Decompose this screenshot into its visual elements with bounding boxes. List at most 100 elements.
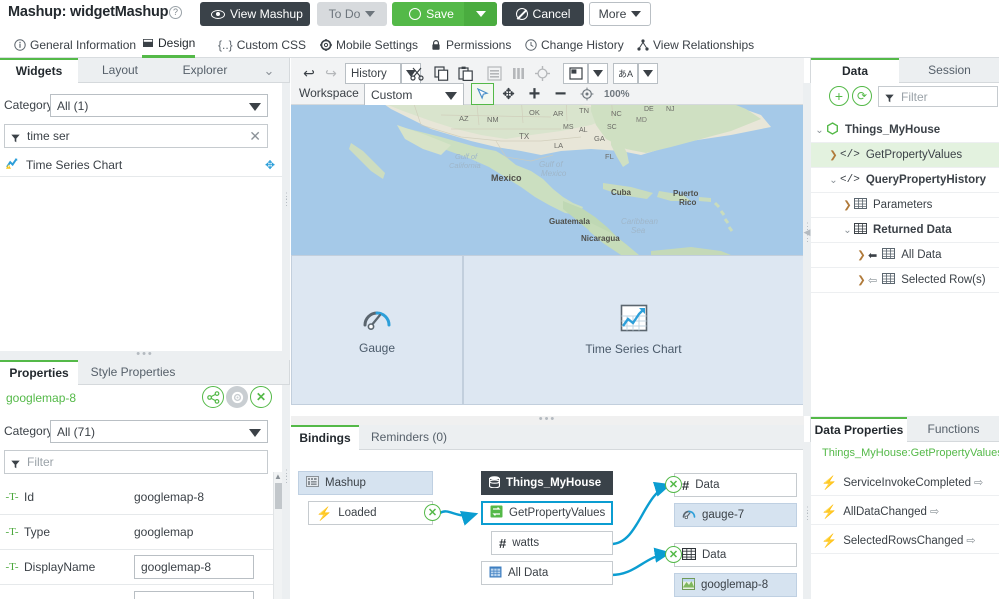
binding-target-data-table[interactable]: Data	[674, 543, 797, 567]
nav-item-design[interactable]: Design	[142, 31, 196, 58]
tab-session[interactable]: Session	[899, 58, 999, 83]
googlemap-widget[interactable]: AZ NM OK AR TN NC MD DE NJ TX MS AL SC G…	[291, 105, 804, 255]
panel-resize-grip[interactable]: ⋮ ⋮	[803, 442, 812, 599]
cancel-button[interactable]: Cancel	[502, 2, 584, 26]
language-icon[interactable]: あA	[613, 63, 638, 84]
gauge-widget-placeholder[interactable]: Gauge	[291, 255, 463, 405]
remove-binding-icon[interactable]: ✕	[424, 504, 441, 521]
nav-item-permissions[interactable]: Permissions	[430, 31, 511, 58]
widget-filter-input[interactable]: time ser ✕	[4, 124, 268, 148]
add-data-icon[interactable]: +	[829, 86, 849, 106]
panel-resize-grip[interactable]: ⋮ ⋮	[282, 385, 291, 599]
binding-source-mashup[interactable]: Mashup	[298, 471, 433, 495]
tab-properties[interactable]: Properties	[0, 360, 78, 385]
tab-style-properties[interactable]: Style Properties	[78, 360, 188, 385]
close-icon[interactable]: ✕	[249, 129, 261, 143]
event-row-alldatachanged[interactable]: ⚡ AllDataChanged ⇨	[811, 499, 999, 525]
chevron-down-icon[interactable]: ⌄	[841, 225, 854, 236]
binding-event-loaded[interactable]: ⚡ Loaded	[308, 501, 433, 525]
nav-item-custom-css[interactable]: {..} Custom CSS	[218, 31, 306, 58]
pointer-icon[interactable]	[471, 83, 494, 105]
binding-target-data-number[interactable]: # Data	[674, 473, 797, 497]
binding-output-all-data[interactable]: All Data	[481, 561, 613, 585]
tree-item-querypropertyhistory[interactable]: ⌄ </> QueryPropertyHistory	[811, 168, 999, 193]
chevron-right-icon[interactable]: ❯	[855, 275, 868, 286]
close-icon[interactable]: ✕	[250, 386, 272, 408]
properties-filter-input[interactable]: Filter	[4, 450, 268, 474]
left-panel-splitter[interactable]: •••	[0, 349, 290, 360]
tab-functions[interactable]: Functions	[907, 417, 999, 442]
view-mashup-button[interactable]: View Mashup	[200, 2, 310, 26]
more-button[interactable]: More	[589, 2, 651, 26]
property-row-next[interactable]	[0, 585, 273, 599]
category-select[interactable]: All (1)	[50, 94, 268, 117]
tab-explorer[interactable]: Explorer	[162, 58, 248, 83]
property-row-type[interactable]: -T- Type googlemap	[0, 515, 273, 550]
panel-resize-grip[interactable]: ⋮ ⋮	[282, 83, 291, 351]
property-input[interactable]	[134, 590, 254, 599]
tab-bindings[interactable]: Bindings	[291, 425, 359, 450]
binding-service-header[interactable]: Things_MyHouse	[481, 471, 613, 495]
scroll-up-arrow-icon[interactable]: ▲	[274, 472, 282, 481]
chevron-right-icon[interactable]: ❯	[855, 250, 868, 261]
chevron-right-icon[interactable]: ❯	[841, 200, 854, 211]
bind-arrow-icon[interactable]: ⇨	[966, 534, 975, 547]
properties-category-select[interactable]: All (71)	[50, 420, 268, 443]
history-button[interactable]: History	[345, 63, 401, 84]
tree-item-all-data[interactable]: ❯ ⬅ All Data	[811, 243, 999, 268]
binding-output-watts[interactable]: # watts	[491, 531, 613, 555]
workspace-select[interactable]: Custom	[364, 83, 464, 106]
panel-resize-grip[interactable]: ⋮ ◀ ⋮	[803, 83, 812, 416]
data-filter-input[interactable]: Filter	[878, 86, 998, 107]
chevron-down-icon[interactable]: ⌄	[813, 125, 826, 136]
minus-icon[interactable]: −	[549, 83, 572, 105]
move-icon[interactable]: ✥	[265, 158, 275, 172]
chevron-down-icon[interactable]: ⌄	[827, 175, 840, 186]
tab-layout[interactable]: Layout	[78, 58, 162, 83]
tree-item-selected-rows[interactable]: ❯ ⇦ Selected Row(s)	[811, 268, 999, 293]
tree-item-things-myhouse[interactable]: ⌄ Things_MyHouse	[811, 118, 999, 143]
bind-arrow-icon[interactable]: ⇨	[930, 505, 939, 518]
chevron-right-icon[interactable]: ❯	[827, 150, 840, 161]
pan-icon[interactable]: ✥	[497, 83, 520, 105]
plus-icon[interactable]: +	[523, 83, 546, 105]
chevron-down-icon[interactable]: ⌄	[248, 58, 290, 83]
bind-arrow-icon[interactable]: ⇨	[974, 476, 983, 489]
tab-reminders[interactable]: Reminders (0)	[359, 425, 459, 450]
binding-service-getpropertyvalues[interactable]: GetPropertyValues	[481, 501, 613, 525]
gear-icon[interactable]	[226, 386, 248, 408]
event-row-selectedrowschanged[interactable]: ⚡ SelectedRowsChanged ⇨	[811, 528, 999, 554]
help-circle-icon[interactable]: ?	[169, 6, 182, 19]
design-canvas[interactable]: AZ NM OK AR TN NC MD DE NJ TX MS AL SC G…	[291, 105, 804, 424]
nav-item-change-history[interactable]: Change History	[525, 31, 624, 58]
displayname-input[interactable]: googlemap-8	[134, 555, 254, 579]
tree-item-getpropertyvalues[interactable]: ❯ </> GetPropertyValues	[811, 143, 999, 168]
binding-target-gauge-7[interactable]: gauge-7	[674, 503, 797, 527]
refresh-data-icon[interactable]: ⟳	[852, 86, 872, 106]
remove-binding-icon[interactable]: ✕	[665, 476, 682, 493]
tree-item-returned-data[interactable]: ⌄ Returned Data	[811, 218, 999, 243]
time-series-chart-widget-placeholder[interactable]: Time Series Chart	[463, 255, 804, 405]
widget-list-item-time-series-chart[interactable]: Time Series Chart ✥	[0, 153, 289, 177]
save-button[interactable]: Save	[392, 2, 497, 26]
nav-item-view-relationships[interactable]: View Relationships	[637, 31, 754, 58]
remove-binding-icon[interactable]: ✕	[665, 546, 682, 563]
to-do-button[interactable]: To Do	[317, 2, 387, 26]
property-row-displayname[interactable]: -T- DisplayName googlemap-8	[0, 550, 273, 585]
event-row-serviceinvokecompleted[interactable]: ⚡ ServiceInvokeCompleted ⇨	[811, 470, 999, 496]
nav-item-general-information[interactable]: General Information	[14, 31, 136, 58]
copy-icon[interactable]	[430, 63, 452, 84]
paste-icon[interactable]	[454, 63, 476, 84]
save-dropdown-button[interactable]	[464, 2, 497, 26]
tree-item-parameters[interactable]: ❯ Parameters	[811, 193, 999, 218]
tab-data[interactable]: Data	[811, 58, 899, 83]
undo-icon[interactable]: ↩	[299, 63, 319, 84]
properties-scrollbar[interactable]: ▲	[273, 472, 282, 599]
scrollbar-thumb[interactable]	[275, 483, 282, 509]
tab-data-properties[interactable]: Data Properties	[811, 417, 907, 442]
language-dropdown-button[interactable]	[638, 63, 658, 84]
layout-icon[interactable]	[563, 63, 588, 84]
scissors-icon[interactable]	[406, 63, 428, 84]
layout-dropdown-button[interactable]	[588, 63, 608, 84]
bind-icon[interactable]	[202, 386, 224, 408]
